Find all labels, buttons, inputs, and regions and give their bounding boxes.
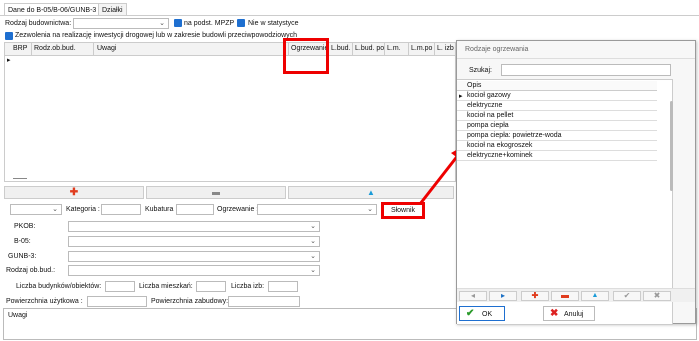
dialog-title: Rodzaje ogrzewania [465,46,529,53]
kubatura-field[interactable] [176,204,214,215]
plus-icon: ✚ [69,187,79,198]
zezwolenia-label: Zezwolenia na realizację inwestycji drog… [15,32,298,39]
col-brp[interactable]: BRP [5,43,32,55]
rodzaj-ob-bud-select[interactable]: ⌄ [68,265,320,276]
powierzchnia-zabudowy-label: Powierzchnia zabudowy: [151,298,229,305]
highlight-ogrzewanie-column [283,38,329,74]
delete-button[interactable] [146,186,286,199]
anuluj-label: Anuluj [564,311,584,318]
chevron-down-icon: ⌄ [310,253,316,260]
kategoria-field[interactable] [101,204,141,215]
minus-icon [212,192,220,195]
cancel-edit-button[interactable]: ✖ [643,291,671,301]
dialog-toolbar: ◂ ▸ ✚ ▲ ✔ ✖ [457,288,695,302]
add-button[interactable]: ✚ [4,186,144,199]
main-grid[interactable]: BRP Rodz.ob.bud. Uwagi Ogrzewanie L.bud.… [4,42,456,182]
cancel-button[interactable]: ✖ Anuluj [543,306,595,321]
gunb3-select[interactable]: ⌄ [68,251,320,262]
ogrzewanie-label: Ogrzewanie : [217,206,259,213]
prev-button[interactable]: ◂ [459,291,487,301]
powierzchnia-zabudowy-field[interactable] [228,296,300,307]
grid-header: BRP Rodz.ob.bud. Uwagi Ogrzewanie L.bud.… [5,43,455,56]
pkob-select[interactable]: ⌄ [68,221,320,232]
rodzaj-select[interactable]: ⌄ [10,204,62,215]
nie-w-statystyce-label: Nie w statystyce [248,20,299,27]
rodzaj-budownictwa-select[interactable]: ⌄ [73,18,169,29]
na-podst-mpzp-label: na podst. MPZP [184,20,235,27]
liczba-budynkow-label: Liczba budynków/obiektów: [16,283,102,290]
ok-button[interactable]: ✔ OK [459,306,505,321]
zezwolenia-checkbox[interactable] [5,32,13,40]
list-item[interactable]: kocioł gazowy [457,91,657,101]
liczba-izb-label: Liczba izb: [231,283,265,290]
chevron-down-icon: ⌄ [310,223,316,230]
liczba-izb-field[interactable] [268,281,298,292]
liczba-mieszkan-label: Liczba mieszkań: [139,283,193,290]
rodzaj-budownictwa-label: Rodzaj budownictwa: [5,20,72,27]
next-button[interactable]: ▸ [489,291,517,301]
list-item[interactable]: elektryczne+kominek [457,151,657,161]
col-l-bud[interactable]: L.bud. [329,43,353,55]
minus-icon [561,295,569,298]
ogrzewanie-select[interactable]: ⌄ [257,204,377,215]
b05-label: B-05: [14,238,31,245]
liczba-mieszkan-field[interactable] [196,281,226,292]
col-l-m[interactable]: L.m. [385,43,409,55]
kategoria-label: Kategoria : [66,206,100,213]
col-l-izb[interactable]: L. izb [435,43,455,55]
kubatura-label: Kubatura : [145,206,178,213]
b05-select[interactable]: ⌄ [68,236,320,247]
dialog-title-separator [457,58,695,59]
chevron-down-icon: ⌄ [310,267,316,274]
chevron-down-icon: ⌄ [52,206,58,213]
list-item[interactable]: elektryczne [457,101,657,111]
row-marker-icon: ▸ [7,57,11,64]
col-l-m-po[interactable]: L.m.po [409,43,435,55]
na-podst-mpzp-checkbox[interactable] [174,19,182,27]
list-scrollbar[interactable] [670,101,673,191]
nie-w-statystyce-checkbox[interactable] [237,19,245,27]
rodzaje-ogrzewania-dialog[interactable]: Rodzaje ogrzewania Szukaj: Opis ▸ kocioł… [456,40,696,325]
add-item-button[interactable]: ✚ [521,291,549,301]
confirm-edit-button[interactable]: ✔ [613,291,641,301]
list-item[interactable]: pompa ciepła: powietrze-woda [457,131,657,141]
uwagi-label: Uwagi [8,312,28,319]
ok-label: OK [482,311,493,318]
check-icon: ✔ [466,308,475,319]
szukaj-input[interactable] [501,64,671,76]
col-l-bud-po[interactable]: L.bud. po [353,43,385,55]
delete-item-button[interactable] [551,291,579,301]
col-uwagi[interactable]: Uwagi [94,43,289,55]
chevron-down-icon: ⌄ [367,206,373,213]
chevron-down-icon: ⌄ [159,20,165,27]
col-rodz-ob-bud[interactable]: Rodz.ob.bud. [32,43,94,55]
powierzchnia-uzytkowa-label: Powierzchnia użytkowa : [6,298,83,305]
tab-underline [0,15,699,16]
szukaj-label: Szukaj: [469,67,492,74]
chevron-down-icon: ⌄ [310,238,316,245]
powierzchnia-uzytkowa-field[interactable] [87,296,147,307]
pkob-label: PKOB: [14,223,36,230]
list-item[interactable]: kocioł na ekogroszek [457,141,657,151]
list-item[interactable]: pompa ciepła [457,121,657,131]
list-item[interactable]: kocioł na pellet [457,111,657,121]
gunb3-label: GUNB-3: [8,253,37,260]
triangle-up-icon: ▲ [367,188,375,197]
list-header: Opis [457,81,657,91]
liczba-budynkow-field[interactable] [105,281,135,292]
x-icon: ✖ [550,308,559,319]
move-up-item-button[interactable]: ▲ [581,291,609,301]
grid-splitter[interactable] [13,178,27,179]
rodzaj-ob-bud-label: Rodzaj ob.bud.: [6,267,56,274]
